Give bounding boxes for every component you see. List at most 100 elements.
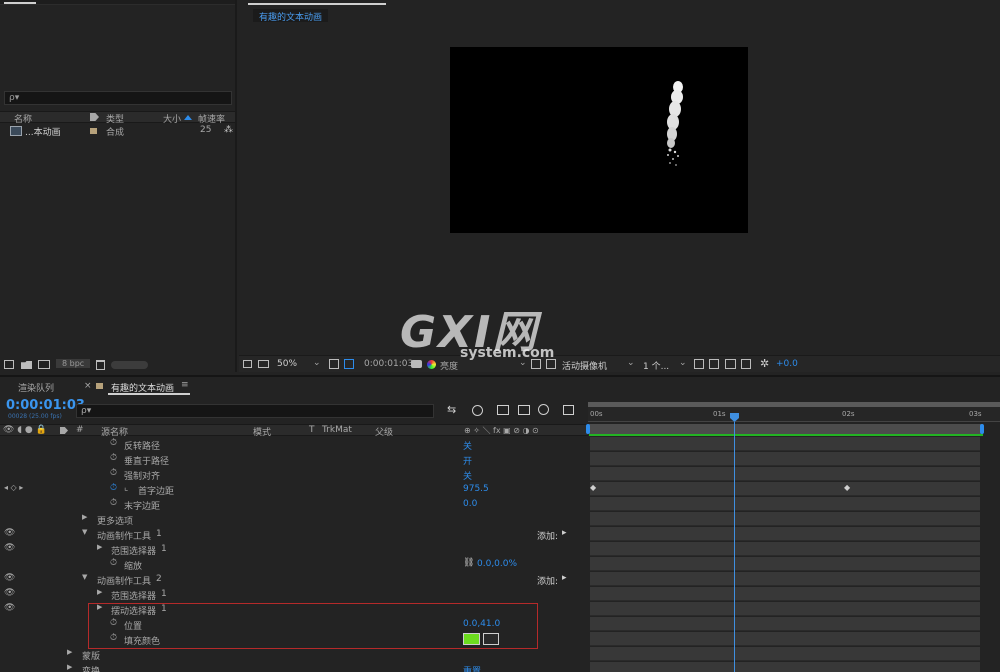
- property-row[interactable]: ⏱ 反转路径 关: [0, 437, 588, 452]
- add-menu-label[interactable]: 添加:: [537, 574, 558, 587]
- property-row[interactable]: ⏱ 末字边距 0.0: [0, 497, 588, 512]
- keyframe-navigator-icon[interactable]: ◂ ◇ ▸: [4, 483, 23, 492]
- exposure-value[interactable]: +0.0: [776, 359, 798, 369]
- draft-3d-icon[interactable]: [472, 405, 483, 416]
- camera-snapshot-icon[interactable]: [411, 360, 422, 368]
- property-value[interactable]: 关: [463, 469, 472, 482]
- chevron-down-icon[interactable]: ⌄: [679, 358, 687, 368]
- disclosure-collapsed-icon[interactable]: ▶: [82, 513, 87, 521]
- timeline-current-time[interactable]: 0:00:01:03: [6, 398, 85, 413]
- flowchart-icon[interactable]: ⁂: [224, 125, 233, 135]
- panel-menu-icon[interactable]: ≡: [181, 380, 189, 390]
- selector-row[interactable]: 👁 ▶ 范围选择器 1: [0, 542, 588, 557]
- property-value[interactable]: 0.0,0.0%: [477, 559, 517, 569]
- current-time-display[interactable]: 0:00:01:03: [364, 359, 413, 369]
- eye-icon[interactable]: 👁: [4, 528, 15, 538]
- close-icon[interactable]: ×: [84, 381, 92, 391]
- new-composition-icon[interactable]: [38, 360, 50, 369]
- eye-icon[interactable]: 👁: [4, 543, 15, 553]
- color-channel-icon[interactable]: [427, 360, 436, 369]
- property-value[interactable]: 0.0: [463, 499, 477, 509]
- property-row[interactable]: ◂ ◇ ▸ ⏱ ⌞ 首字边距 975.5: [0, 482, 588, 497]
- property-group-row[interactable]: ▶ 蒙版: [0, 647, 588, 662]
- always-preview-icon[interactable]: [243, 360, 252, 368]
- new-folder-icon[interactable]: [21, 361, 32, 369]
- composition-canvas[interactable]: [450, 47, 748, 233]
- thumbnail-slider[interactable]: [111, 361, 148, 369]
- chevron-down-icon[interactable]: ⌄: [627, 358, 635, 368]
- toggle-pixel-aspect-icon[interactable]: [694, 359, 704, 369]
- property-value[interactable]: 开: [463, 454, 472, 467]
- eye-icon[interactable]: 👁: [4, 603, 15, 613]
- property-row[interactable]: ⏱ 缩放 ⛓ 0.0,0.0%: [0, 557, 588, 572]
- bit-depth-button[interactable]: 8 bpc: [56, 359, 91, 368]
- disclosure-collapsed-icon[interactable]: ▶: [67, 663, 72, 671]
- project-item-row[interactable]: ...本动画 合成 25 ⁂: [0, 125, 235, 138]
- constrain-proportions-icon[interactable]: ⛓: [463, 558, 474, 568]
- work-area-end-handle[interactable]: [980, 424, 984, 434]
- keyframe-diamond-icon[interactable]: ◆: [844, 483, 850, 492]
- eye-icon[interactable]: 👁: [4, 588, 15, 598]
- disclosure-collapsed-icon[interactable]: ▶: [97, 543, 102, 551]
- motion-blur-icon[interactable]: [538, 404, 549, 415]
- stopwatch-icon[interactable]: ⏱: [110, 438, 117, 448]
- stopwatch-icon[interactable]: ⏱: [110, 498, 117, 508]
- chevron-down-icon[interactable]: ⌄: [313, 358, 321, 368]
- layer-duration-bar[interactable]: [589, 424, 983, 434]
- add-menu-label[interactable]: 添加:: [537, 529, 558, 542]
- column-type[interactable]: 类型: [106, 112, 124, 125]
- property-group-row[interactable]: ▶ 变换 重置: [0, 662, 588, 672]
- column-trkmat[interactable]: TrkMat: [322, 425, 352, 435]
- label-tag-icon[interactable]: [90, 113, 99, 121]
- flowchart-icon[interactable]: [741, 359, 751, 369]
- exposure-reset-icon[interactable]: ✲: [760, 357, 769, 370]
- add-menu-icon[interactable]: ▸: [562, 573, 567, 583]
- label-color-swatch[interactable]: [90, 128, 97, 134]
- label-tag-icon[interactable]: [60, 427, 68, 434]
- view-layout-select[interactable]: 1 个...: [643, 359, 669, 372]
- camera-select[interactable]: 活动摄像机: [562, 359, 607, 372]
- tab-render-queue[interactable]: 渲染队列: [18, 381, 54, 394]
- graph-editor-icon[interactable]: [563, 405, 574, 415]
- selector-row[interactable]: 👁 ▶ 范围选择器 1: [0, 587, 588, 602]
- fast-previews-icon[interactable]: [709, 359, 719, 369]
- disclosure-collapsed-icon[interactable]: ▶: [97, 588, 102, 596]
- composition-tab[interactable]: 有趣的文本动画: [253, 9, 329, 23]
- stopwatch-icon[interactable]: ⏱: [110, 558, 117, 568]
- time-ruler[interactable]: 00s 01s 02s 03s: [588, 407, 1000, 422]
- stopwatch-icon[interactable]: ⏱: [110, 453, 117, 463]
- property-row[interactable]: ⏱ 强制对齐 关: [0, 467, 588, 482]
- property-value[interactable]: 975.5: [463, 484, 489, 494]
- composition-panel-tab-indicator[interactable]: [248, 0, 386, 5]
- resolution-icon[interactable]: [329, 359, 339, 369]
- animator-row[interactable]: 👁 ▼ 动画制作工具 2 添加: ▸: [0, 572, 588, 587]
- property-group-row[interactable]: ▶ 更多选项: [0, 512, 588, 527]
- stopwatch-active-icon[interactable]: ⏱: [110, 483, 117, 493]
- region-of-interest-icon[interactable]: [344, 359, 354, 369]
- column-size[interactable]: 大小: [163, 112, 181, 125]
- frame-blending-icon[interactable]: [518, 405, 530, 415]
- project-search-input[interactable]: ρ▾: [4, 91, 232, 105]
- project-tab-indicator[interactable]: [4, 0, 36, 4]
- column-framerate[interactable]: 帧速率: [198, 112, 225, 125]
- interpret-footage-icon[interactable]: [4, 360, 14, 369]
- monitor-icon[interactable]: [258, 360, 269, 368]
- disclosure-expanded-icon[interactable]: ▼: [82, 573, 87, 581]
- timeline-icon[interactable]: [725, 359, 736, 369]
- timeline-search-input[interactable]: ρ▾: [76, 404, 434, 418]
- comp-mini-flowchart-icon[interactable]: ⇆: [447, 403, 456, 416]
- stopwatch-icon[interactable]: ⏱: [110, 468, 117, 478]
- reset-link[interactable]: 重置: [463, 664, 481, 672]
- magnification-select[interactable]: 50%: [277, 359, 297, 369]
- property-value[interactable]: 关: [463, 439, 472, 452]
- disclosure-collapsed-icon[interactable]: ▶: [67, 648, 72, 656]
- channel-view-select[interactable]: 亮度: [440, 359, 458, 372]
- disclosure-expanded-icon[interactable]: ▼: [82, 528, 87, 536]
- graph-icon[interactable]: ⌞: [124, 483, 128, 493]
- eye-icon[interactable]: 👁: [4, 573, 15, 583]
- column-name[interactable]: 名称: [14, 112, 32, 125]
- work-area-start-handle[interactable]: [586, 424, 590, 434]
- shy-layers-icon[interactable]: [497, 405, 509, 415]
- keyframe-diamond-icon[interactable]: ◆: [590, 483, 596, 492]
- add-menu-icon[interactable]: ▸: [562, 528, 567, 538]
